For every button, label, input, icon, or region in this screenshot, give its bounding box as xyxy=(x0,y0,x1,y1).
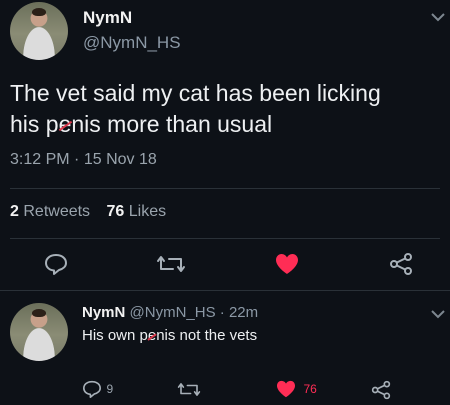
censored-letter: e xyxy=(147,327,157,344)
tweet-time: 3:12 PM xyxy=(10,151,70,168)
tweet-date: 15 Nov 18 xyxy=(83,151,157,168)
like-count: 76 xyxy=(303,382,317,396)
reply-count: 9 xyxy=(106,382,114,396)
tweet-text-line1: The vet said my cat has been licking xyxy=(10,80,381,106)
tweet-text-line2: his penis more than usual xyxy=(10,109,381,140)
retweets-label: Retweets xyxy=(23,203,91,220)
engagement-stats: 2 Retweets 76 Likes xyxy=(10,203,166,221)
reply-icon[interactable] xyxy=(44,253,68,275)
divider xyxy=(10,188,440,189)
chevron-down-icon[interactable] xyxy=(431,309,445,319)
like-heart-icon[interactable] xyxy=(275,253,299,275)
tweet-text: The vet said my cat has been licking his… xyxy=(10,78,381,140)
dot-separator: · xyxy=(219,304,225,321)
like-heart-icon xyxy=(276,380,296,398)
retweets-count: 2 xyxy=(10,203,19,220)
likes-label: Likes xyxy=(128,203,167,220)
author-name[interactable]: NymN xyxy=(83,8,132,28)
censored-letter: e xyxy=(59,109,72,140)
reply-avatar[interactable] xyxy=(10,303,68,361)
likes-count: 76 xyxy=(106,203,125,220)
retweet-icon[interactable] xyxy=(177,381,201,398)
reply-age: 22m xyxy=(228,304,259,321)
reply-author-name[interactable]: NymN xyxy=(82,304,125,321)
dot-separator: · xyxy=(74,151,80,168)
likes-stat[interactable]: 76 Likes xyxy=(107,203,167,220)
share-icon[interactable] xyxy=(371,380,391,400)
share-icon[interactable] xyxy=(389,252,413,276)
divider xyxy=(0,290,450,291)
retweet-icon[interactable] xyxy=(156,254,186,274)
retweets-stat[interactable]: 2 Retweets xyxy=(10,203,90,220)
reply-icon xyxy=(82,380,102,398)
avatar[interactable] xyxy=(10,2,68,60)
timestamp: 3:12 PM · 15 Nov 18 xyxy=(10,151,157,169)
chevron-down-icon[interactable] xyxy=(431,12,445,22)
reply-author-handle[interactable]: @NymN_HS xyxy=(130,304,216,321)
reply-text: His own penis not the vets xyxy=(82,327,258,344)
reply-header: NymN @NymN_HS · 22m xyxy=(82,304,258,321)
author-handle[interactable]: @NymN_HS xyxy=(83,33,181,53)
like-action[interactable]: 76 xyxy=(276,380,317,398)
reply-action[interactable]: 9 xyxy=(82,380,113,398)
divider xyxy=(10,238,440,239)
